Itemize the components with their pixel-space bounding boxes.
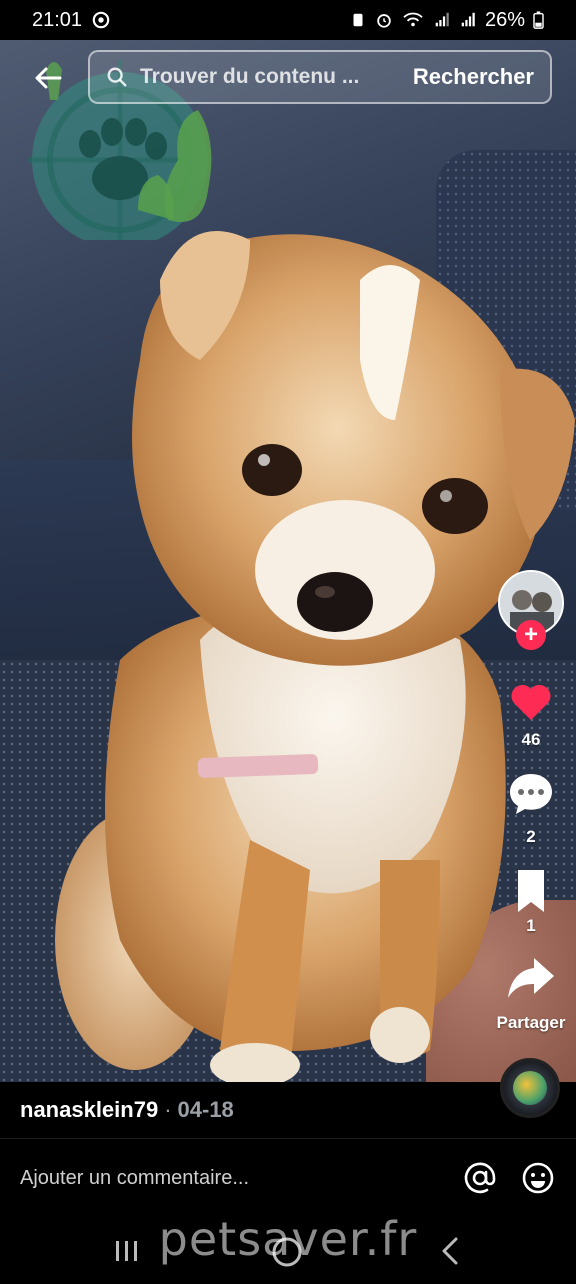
status-time: 21:01	[32, 8, 83, 31]
alarm-icon	[377, 14, 391, 28]
status-bar: 21:01 26%	[0, 0, 576, 40]
mention-button[interactable]	[462, 1160, 498, 1196]
signal-icon-1	[435, 12, 449, 27]
post-date: 04-18	[177, 1097, 234, 1122]
comment-bar: Ajouter un commentaire...	[0, 1139, 576, 1217]
comment-count: 2	[526, 827, 536, 846]
chrome-icon	[92, 11, 110, 29]
like-count: 46	[521, 730, 541, 749]
back-button[interactable]	[28, 58, 68, 98]
follow-button[interactable]: +	[516, 620, 546, 650]
at-icon	[464, 1162, 496, 1194]
battery-icon	[533, 11, 544, 29]
wifi-icon	[403, 12, 423, 27]
heart-icon[interactable]	[506, 676, 556, 726]
app-notification-icon	[353, 13, 363, 27]
search-button[interactable]: Rechercher	[413, 64, 534, 90]
music-disc-image	[513, 1071, 547, 1105]
search-bar[interactable]: Trouver du contenu ... Rechercher	[88, 50, 552, 104]
battery-percent: 26%	[484, 8, 525, 31]
emoji-icon	[522, 1162, 554, 1194]
emoji-button[interactable]	[520, 1160, 556, 1196]
status-right: 26%	[349, 9, 544, 32]
post-info: nanasklein79 · 04-18	[0, 1082, 576, 1138]
save-count: 1	[526, 916, 536, 935]
separator: ·	[164, 1097, 172, 1122]
back-arrow-icon	[35, 67, 62, 89]
search-icon	[107, 67, 127, 87]
music-disc[interactable]	[500, 1058, 560, 1118]
comment-icon[interactable]	[506, 768, 556, 818]
comment-input[interactable]: Ajouter un commentaire...	[20, 1167, 440, 1190]
search-input[interactable]: Trouver du contenu ...	[140, 65, 401, 89]
share-label[interactable]: Partager	[486, 1013, 576, 1033]
status-left: 21:01	[32, 9, 110, 32]
site-watermark: petsaver.fr	[158, 1212, 418, 1266]
bookmark-icon[interactable]	[506, 866, 556, 916]
share-icon[interactable]	[506, 952, 556, 1002]
signal-icon-2	[461, 12, 475, 27]
author-name[interactable]: nanasklein79	[20, 1097, 158, 1123]
